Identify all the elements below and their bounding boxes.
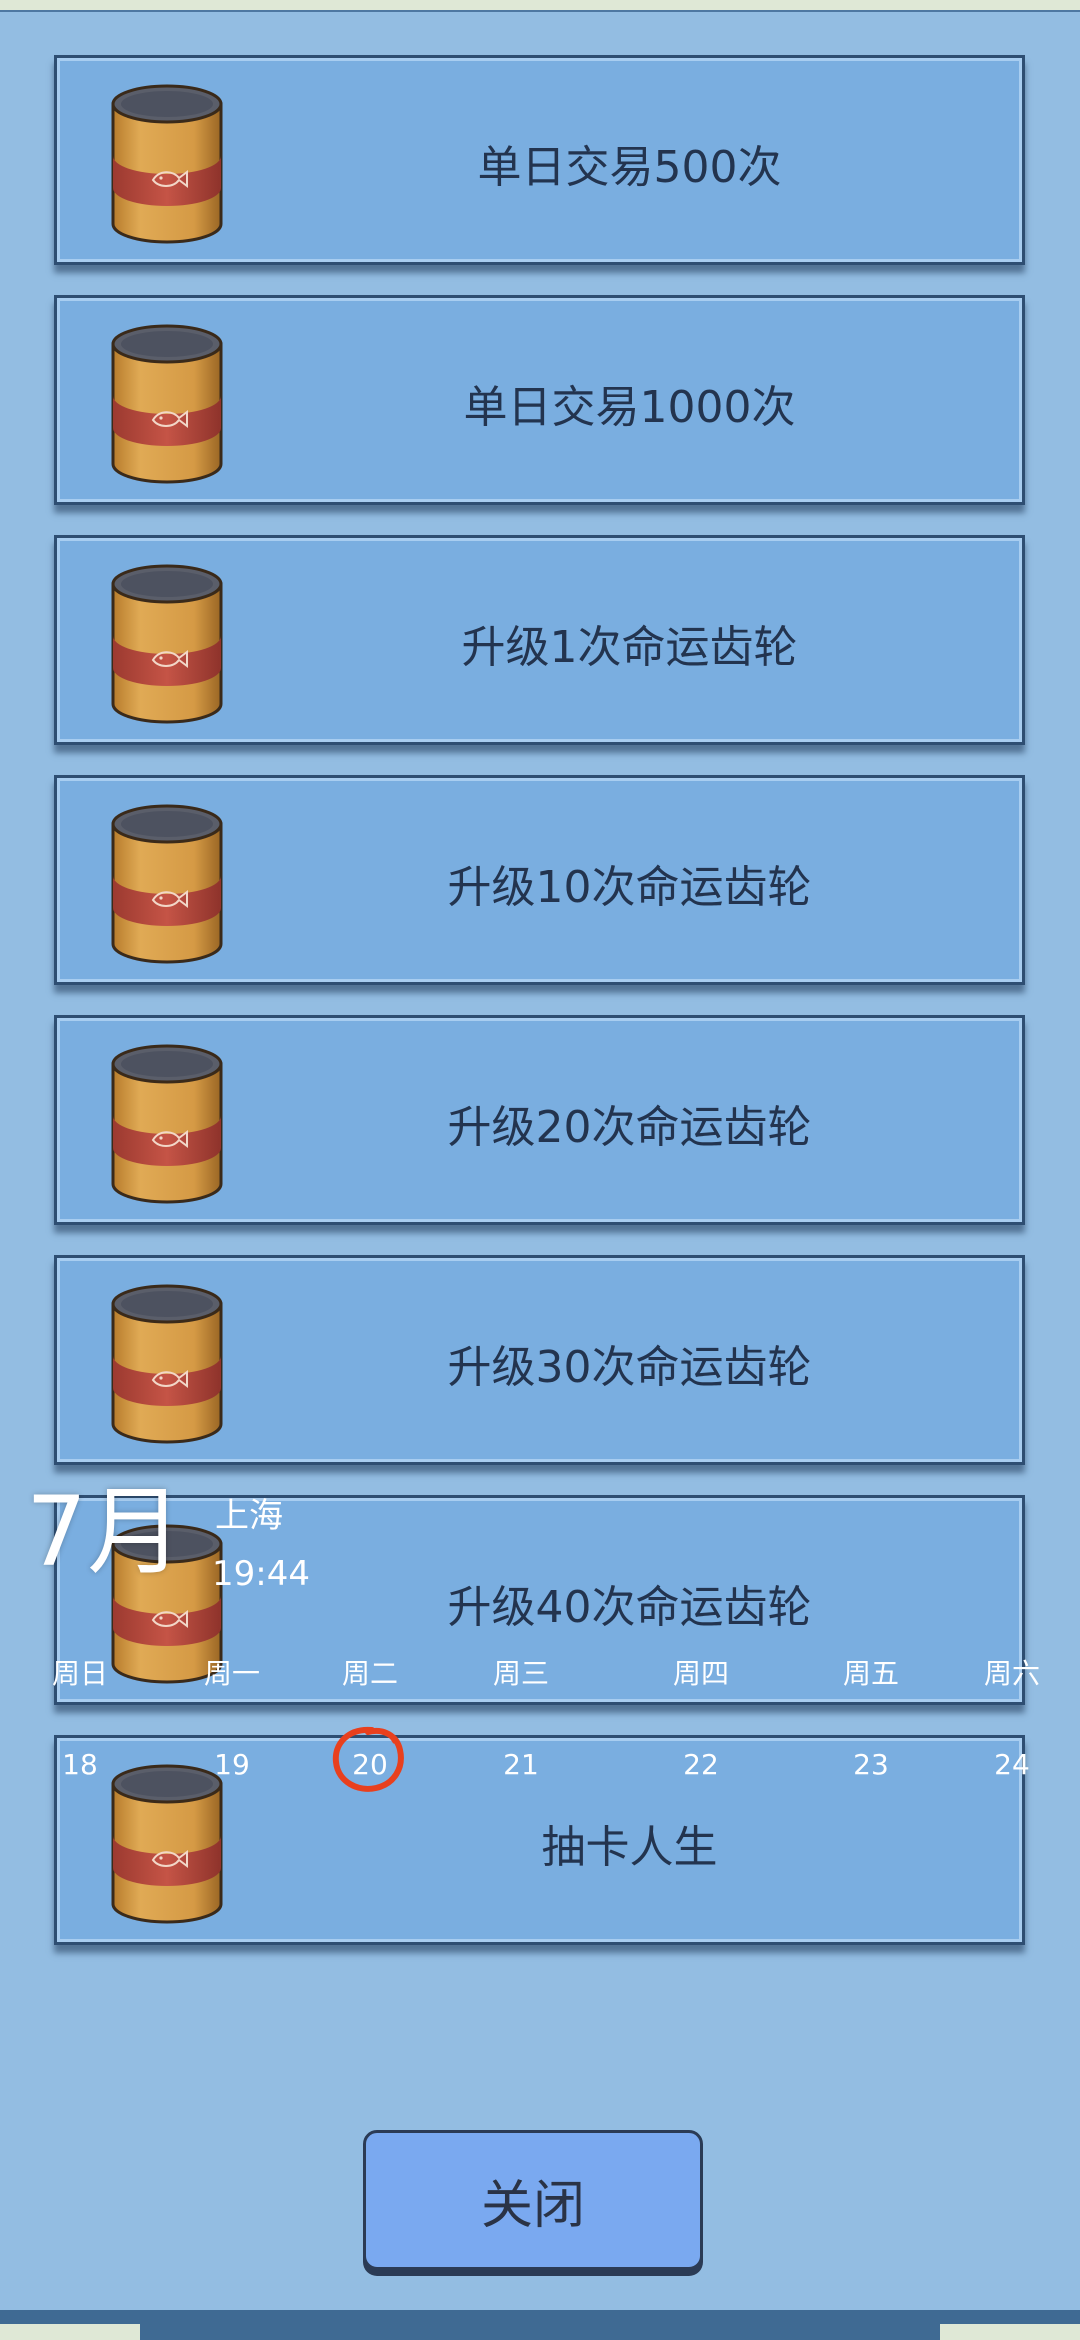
reward-card[interactable]: 升级20次命运齿轮 — [54, 1015, 1025, 1225]
bottom-bar — [0, 2310, 1080, 2340]
close-button-label: 关闭 — [480, 2175, 585, 2236]
calendar-weekday: 周一 — [203, 1657, 261, 1690]
calendar-date: 19 — [214, 1748, 250, 1781]
calendar-month: 7月 — [26, 1476, 184, 1588]
calendar-date: 18 — [62, 1748, 98, 1781]
calendar-date: 22 — [683, 1748, 719, 1781]
calendar-weekday: 周日 — [51, 1657, 109, 1690]
reward-card-label: 升级30次命运齿轮 — [447, 1342, 812, 1393]
fish-can-icon — [109, 1282, 225, 1446]
calendar-widget: 7月 上海 19:44 周日 周一 周二 周三 周四 周五 周六 18 19 20 21 22 23 2… — [0, 1476, 1080, 1800]
calendar-weekday: 周二 — [341, 1657, 399, 1690]
reward-card-label: 升级1次命运齿轮 — [461, 622, 798, 673]
calendar-weekday: 周四 — [672, 1657, 730, 1690]
calendar-date: 21 — [503, 1748, 539, 1781]
reward-card[interactable]: 升级10次命运齿轮 — [54, 775, 1025, 985]
calendar-date: 24 — [994, 1748, 1030, 1781]
calendar-time: 19:44 — [212, 1554, 310, 1594]
fish-can-icon — [109, 562, 225, 726]
bottom-bar-notch-left — [0, 2324, 140, 2340]
reward-card-label: 升级20次命运齿轮 — [447, 1102, 812, 1153]
calendar-date: 23 — [853, 1748, 889, 1781]
fish-can-icon — [109, 802, 225, 966]
calendar-weekday: 周五 — [842, 1657, 900, 1690]
fish-can-icon — [109, 322, 225, 486]
reward-card[interactable]: 升级30次命运齿轮 — [54, 1255, 1025, 1465]
calendar-weekday: 周六 — [983, 1657, 1041, 1690]
fish-can-icon — [109, 1042, 225, 1206]
calendar-weekday: 周三 — [492, 1657, 550, 1690]
reward-card[interactable]: 升级1次命运齿轮 — [54, 535, 1025, 745]
calendar-city: 上海 — [215, 1496, 283, 1536]
bottom-bar-notch-right — [940, 2324, 1080, 2340]
reward-card[interactable]: 单日交易1000次 — [54, 295, 1025, 505]
fish-can-icon — [109, 82, 225, 246]
today-ring-icon — [332, 1726, 404, 1792]
close-button[interactable]: 关闭 — [363, 2130, 703, 2270]
reward-card-label: 升级10次命运齿轮 — [447, 862, 812, 913]
reward-card-label: 单日交易1000次 — [463, 382, 796, 433]
reward-card[interactable]: 单日交易500次 — [54, 55, 1025, 265]
reward-card-label: 单日交易500次 — [477, 142, 782, 193]
